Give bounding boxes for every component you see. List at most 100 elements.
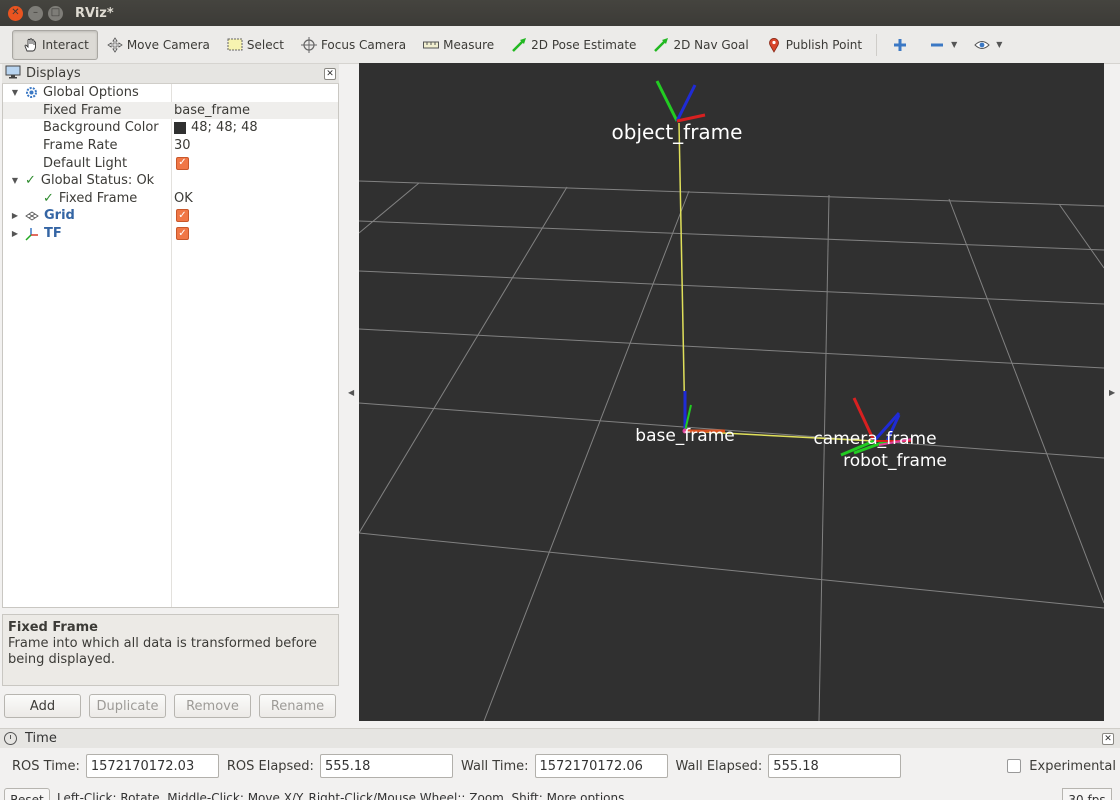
displays-tree: ▼ Global Options Fixed Frame base_frame … [2,84,339,608]
tree-row-default-light[interactable]: Default Light ✓ [3,154,338,172]
base-frame-label: base_frame [635,426,734,446]
left-splitter-arrow-icon[interactable]: ◀ [348,388,354,397]
dropdown-arrow-icon: ▼ [996,40,1003,49]
minimize-window-icon[interactable]: – [28,5,43,21]
tf-checkbox[interactable]: ✓ [176,227,189,241]
scene-svg: object_frame base_frame camera_frame rob… [359,80,1104,721]
window-title: RViz* [75,5,114,21]
expand-arrow-icon[interactable]: ▼ [9,88,21,97]
tree-row-grid[interactable]: ▶ Grid ✓ [3,207,338,225]
clock-icon [4,732,17,745]
select-tool-button[interactable]: Select [218,30,292,60]
displays-button-row: Add Duplicate Remove Rename [4,694,339,718]
move-camera-tool-button[interactable]: Move Camera [98,30,218,60]
tree-label: Fixed Frame [43,102,122,118]
duplicate-button[interactable]: Duplicate [89,694,166,718]
rename-button[interactable]: Rename [259,694,336,718]
monitor-icon [5,65,21,83]
tree-row-background-color[interactable]: Background Color 48; 48; 48 [3,119,338,137]
axes-icon [25,227,39,241]
measure-tool-button[interactable]: Measure [414,30,502,60]
tree-label: Frame Rate [43,138,118,154]
nav-goal-label: 2D Nav Goal [673,37,749,52]
wall-elapsed-field[interactable]: 555.18 [768,754,902,778]
collapse-arrow-icon[interactable]: ▶ [9,211,21,220]
tree-row-global-options[interactable]: ▼ Global Options [3,84,338,102]
publish-point-tool-button[interactable]: Publish Point [757,30,870,60]
pose-estimate-tool-button[interactable]: 2D Pose Estimate [502,30,644,60]
view-options-button[interactable]: ▼ [965,30,1010,60]
tree-row-fixed-frame-status[interactable]: ✓ Fixed Frame OK [3,190,338,208]
tree-label: Background Color [43,120,159,136]
status-bar: Reset Left-Click: Rotate. Middle-Click: … [0,786,1120,800]
default-light-checkbox[interactable]: ✓ [176,156,189,170]
check-icon: ✓ [43,190,54,206]
measure-label: Measure [443,37,495,52]
toolbar: Interact Move Camera Select Focus Camera… [0,26,1120,64]
background-color-value[interactable]: 48; 48; 48 [174,120,258,135]
color-value-text: 48; 48; 48 [191,120,258,136]
dropdown-arrow-icon: ▼ [951,40,958,49]
property-description: Fixed Frame Frame into which all data is… [2,614,339,686]
object-frame-label: object_frame [612,120,743,144]
ros-elapsed-field[interactable]: 555.18 [319,754,453,778]
ros-time-field[interactable]: 1572170172.03 [85,754,219,778]
render-view[interactable]: object_frame base_frame camera_frame rob… [359,63,1104,721]
tree-row-fixed-frame[interactable]: Fixed Frame base_frame [3,101,338,120]
title-bar: ✕ – □ RViz* [0,0,1120,26]
map-pin-icon [765,37,783,53]
tree-label: TF [44,226,62,242]
grid-checkbox[interactable]: ✓ [176,209,189,223]
remove-button[interactable]: Remove [174,694,251,718]
select-icon [226,37,244,53]
check-icon: ✓ [25,173,36,189]
reset-button[interactable]: Reset [4,788,50,800]
fixed-frame-value[interactable]: base_frame [174,103,250,118]
plus-icon [891,37,909,53]
eye-icon [973,37,991,53]
tree-label: Grid [44,208,75,224]
minus-icon [928,37,946,53]
description-text: Frame into which all data is transformed… [8,636,317,667]
close-window-icon[interactable]: ✕ [8,5,23,21]
move-camera-icon [106,36,124,53]
green-arrow-icon [510,37,528,53]
status-hint: Left-Click: Rotate. Middle-Click: Move X… [57,791,629,800]
grid-icon [25,210,39,222]
expand-arrow-icon[interactable]: ▼ [9,176,21,185]
status-value: OK [174,190,193,206]
add-tool-button[interactable] [883,30,920,60]
tree-label: Default Light [43,155,128,171]
wall-time-field[interactable]: 1572170172.06 [534,754,668,778]
select-label: Select [246,37,284,52]
focus-camera-tool-button[interactable]: Focus Camera [292,30,414,60]
ros-elapsed-label: ROS Elapsed: [226,758,314,774]
experimental-checkbox[interactable] [1007,759,1022,773]
frame-rate-value[interactable]: 30 [174,138,191,153]
right-splitter-arrow-icon[interactable]: ▶ [1109,388,1115,397]
tree-row-tf[interactable]: ▶ TF ✓ [3,225,338,243]
displays-title: Displays [26,66,81,81]
time-panel-header: Time ✕ [0,728,1120,748]
green-arrow-icon [652,37,670,53]
remove-tool-button[interactable]: ▼ [920,30,965,60]
maximize-window-icon[interactable]: □ [48,5,63,21]
add-button[interactable]: Add [4,694,81,718]
focus-camera-label: Focus Camera [320,37,407,52]
close-panel-icon[interactable]: ✕ [1102,733,1114,745]
hand-icon [21,37,39,53]
nav-goal-tool-button[interactable]: 2D Nav Goal [644,30,756,60]
focus-icon [300,36,318,53]
publish-point-label: Publish Point [785,37,863,52]
interact-tool-button[interactable]: Interact [12,29,98,60]
tree-row-frame-rate[interactable]: Frame Rate 30 [3,137,338,155]
robot-frame-label: robot_frame [843,451,947,471]
fps-display: 30 fps [1062,788,1112,800]
close-panel-icon[interactable]: ✕ [324,67,336,80]
ros-time-label: ROS Time: [12,758,80,774]
tree-row-global-status[interactable]: ▼ ✓ Global Status: Ok [3,172,338,190]
collapse-arrow-icon[interactable]: ▶ [9,229,21,238]
interact-label: Interact [42,37,89,52]
time-panel-title: Time [25,731,57,746]
time-fields-row: ROS Time: 1572170172.03 ROS Elapsed: 555… [0,752,1120,780]
